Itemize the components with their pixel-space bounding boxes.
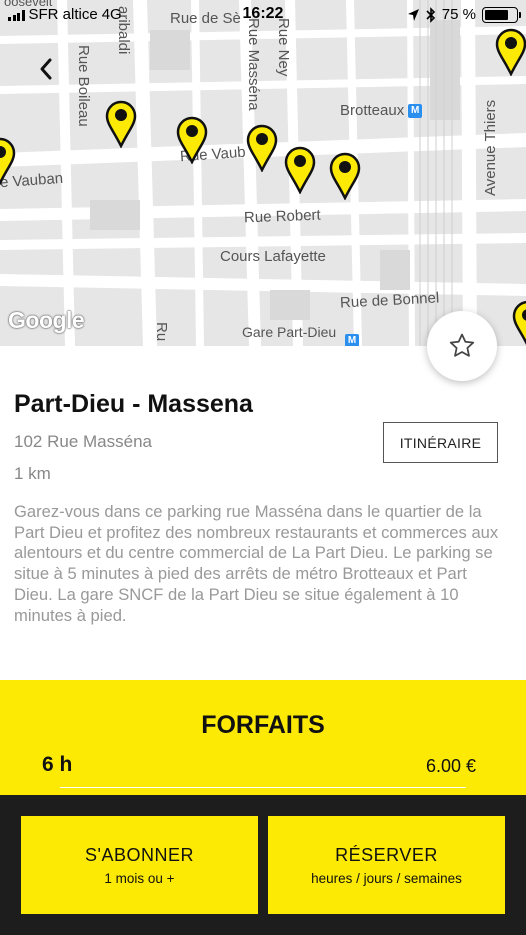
bluetooth-icon [426,6,435,23]
subscribe-sublabel: 1 mois ou + [104,870,175,886]
battery-percent: 75 % [441,6,476,23]
metro-icon-part-dieu: M [345,334,359,346]
forfait-divider [60,787,466,788]
forfaits-title: FORFAITS [201,711,325,739]
parking-pin[interactable] [329,152,361,200]
reserve-label: RÉSERVER [335,844,438,865]
location-arrow-icon [407,8,419,21]
bottom-action-bar: S'ABONNER 1 mois ou + RÉSERVER heures / … [0,795,526,935]
battery-icon [482,6,521,23]
status-bar: SFR altice 4G 16:22 75 % [0,0,526,30]
map-label-avenue-thiers: Avenue Thiers [482,99,499,196]
reserve-sublabel: heures / jours / semaines [311,870,462,886]
parking-name: Part-Dieu - Massena [14,390,253,418]
reserve-button[interactable]: RÉSERVER heures / jours / semaines [268,816,505,914]
itinerary-button[interactable]: ITINÉRAIRE [383,422,498,463]
parking-distance: 1 km [14,464,51,483]
parking-description: Garez-vous dans ce parking rue Masséna d… [14,502,499,625]
parking-address: 102 Rue Masséna [14,432,152,451]
subscribe-button[interactable]: S'ABONNER 1 mois ou + [21,816,258,914]
parking-pin[interactable] [495,28,526,76]
map-label-rue-fragment: Ru [153,322,170,342]
map-label-brotteaux: Brotteaux M [340,102,423,119]
subscribe-label: S'ABONNER [85,844,194,865]
battery-level [485,9,508,20]
google-logo: Google [8,307,85,333]
parking-pin[interactable] [0,137,16,185]
map-label-gare-part-dieu: Gare Part-Dieu [242,324,337,340]
parking-details: Part-Dieu - Massena 102 Rue Masséna 1 km… [0,346,526,680]
map-label-rue-robert: Rue Robert [243,206,321,227]
forfait-row[interactable]: 6 h 6.00 € [42,753,476,777]
forfaits-section: FORFAITS 6 h 6.00 € [0,680,526,795]
map-label-cours-lafayette: Cours Lafayette [220,248,326,265]
status-bar-right: 75 % [407,6,521,23]
forfait-price: 6.00 € [425,756,476,776]
star-icon [449,333,475,357]
map-label-rue-massena: Rue Masséna [245,18,262,111]
parking-pin-selected[interactable] [246,124,278,172]
app-screen: Rue de Sè aribaldi Rue Boileau Rue Massé… [0,0,526,935]
parking-pin[interactable] [176,116,208,164]
map-label-rue-boileau: Rue Boileau [75,45,92,127]
map-view[interactable]: Rue de Sè aribaldi Rue Boileau Rue Massé… [0,0,526,346]
parking-pin[interactable] [284,146,316,194]
forfait-duration: 6 h [42,753,73,776]
parking-pin[interactable] [105,100,137,148]
metro-icon: M [408,104,423,119]
favorite-button[interactable] [427,311,497,381]
back-arrow-icon[interactable] [36,56,58,82]
parking-pin[interactable] [512,300,526,346]
